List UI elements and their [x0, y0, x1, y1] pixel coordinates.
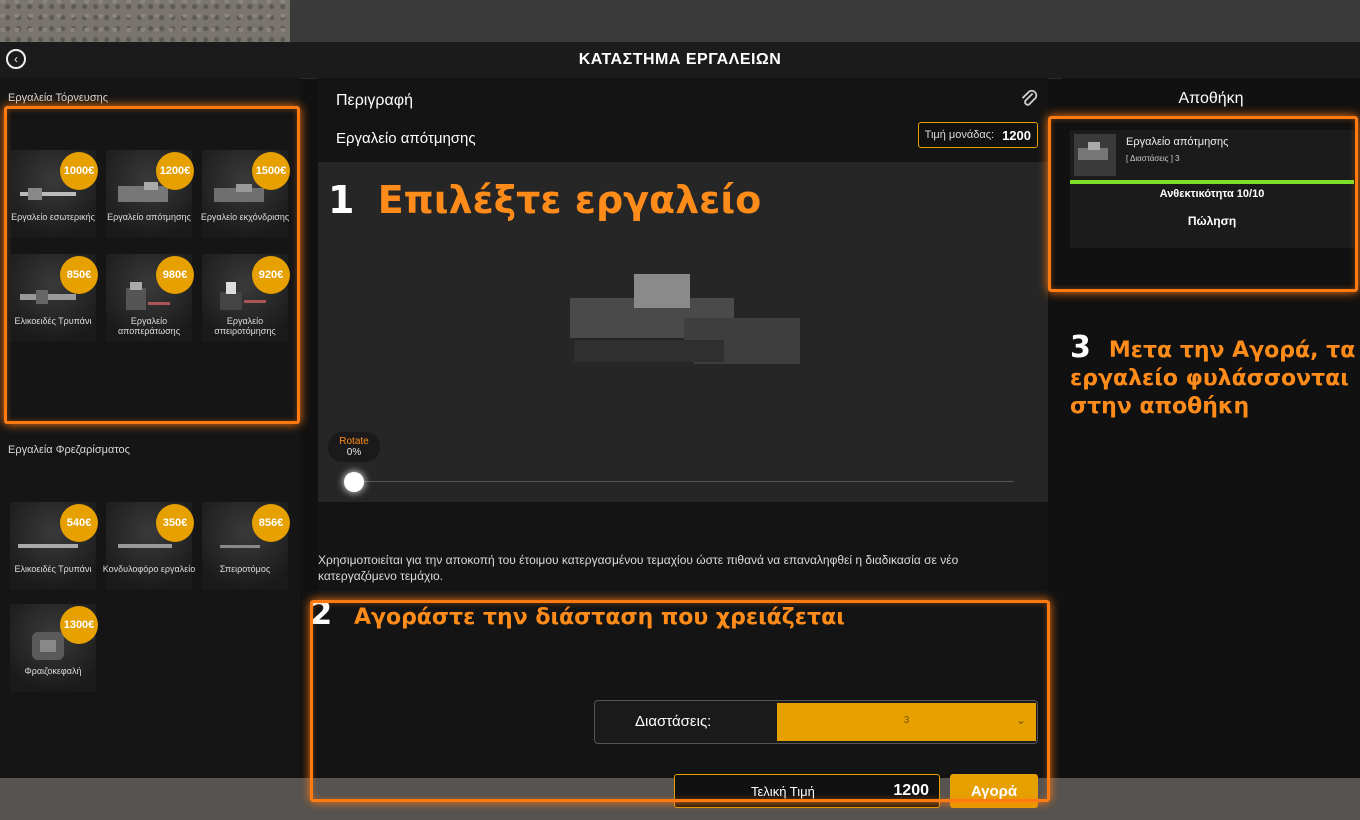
tool-card[interactable]: 856€ Σπειροτόμος: [202, 502, 290, 590]
tool-card[interactable]: 540€ Ελικοειδές Τρυπάνι: [10, 502, 98, 590]
rotate-slider-handle[interactable]: [344, 472, 364, 492]
step1-text: Επιλέξτε εργαλείο: [377, 178, 762, 222]
milling-tools-label: Εργαλεία Φρεζαρίσματος: [8, 444, 130, 456]
title-bar: ‹ ΚΑΤΑΣΤΗΜΑ ΕΡΓΑΛΕΙΩΝ: [0, 42, 1360, 79]
top-background-strip: [290, 0, 1360, 42]
paperclip-icon[interactable]: [1018, 88, 1040, 110]
tool-card[interactable]: 350€ Κονδυλοφόρο εργαλείο: [103, 502, 195, 590]
tool-shop-window: ‹ ΚΑΤΑΣΤΗΜΑ ΕΡΓΑΛΕΙΩΝ Εργαλεία Τόρνευσης…: [0, 42, 1360, 808]
step1-number: 1: [328, 178, 355, 222]
price-badge: 1300€: [60, 606, 98, 644]
step1-annotation: 1 Επιλέξτε εργαλείο: [328, 178, 761, 222]
turning-tools-highlight: [4, 106, 300, 424]
tool-name: Σπειροτόμος: [219, 564, 271, 574]
step3-number: 3: [1070, 330, 1091, 365]
tool-description: Χρησιμοποιείται για την αποκοπή του έτοι…: [318, 553, 959, 583]
rotate-slider-track[interactable]: [354, 481, 1014, 482]
tool-card[interactable]: 1300€ Φραιζοκεφαλή: [10, 604, 98, 692]
rotate-indicator: Rotate 0%: [328, 432, 380, 462]
description-heading: Περιγραφή: [336, 92, 413, 109]
step3-annotation: 3 Μετα την Αγορά, τα εργαλείο φυλάσσονται…: [1070, 333, 1360, 421]
unit-price-value: 1200: [1002, 127, 1031, 143]
tool-name: Φραιζοκεφαλή: [24, 666, 82, 676]
price-badge: 350€: [156, 504, 194, 542]
unit-price-label: Τιμή μονάδας:: [924, 129, 995, 141]
parting-tool-model: [570, 274, 800, 390]
turning-tools-label: Εργαλεία Τόρνευσης: [8, 92, 109, 104]
step3-text: Μετα την Αγορά, τα εργαλείο φυλάσσονται …: [1070, 338, 1356, 419]
tool-3d-viewer[interactable]: 1 Επιλέξτε εργαλείο Rotate 0%: [318, 162, 1048, 502]
warehouse-highlight: [1048, 116, 1358, 292]
tool-name: Ελικοειδές Τρυπάνι: [14, 564, 92, 574]
rotate-value: 0%: [346, 447, 362, 458]
purchase-highlight: [310, 600, 1050, 802]
price-badge: 856€: [252, 504, 290, 542]
tool-name: Κονδυλοφόρο εργαλείο: [102, 564, 196, 574]
rotate-label: Rotate: [339, 436, 369, 447]
window-title: ΚΑΤΑΣΤΗΜΑ ΕΡΓΑΛΕΙΩΝ: [578, 51, 782, 68]
selected-tool-title: Εργαλείο απότμησης: [336, 130, 476, 147]
warehouse-title: Αποθήκη: [1178, 90, 1244, 107]
unit-price-box: Τιμή μονάδας: 1200: [917, 122, 1038, 148]
price-badge: 540€: [60, 504, 98, 542]
